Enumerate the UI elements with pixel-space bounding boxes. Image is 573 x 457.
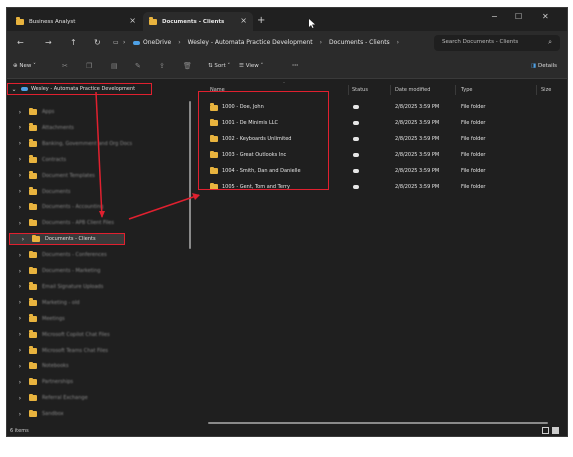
arrowhead-icon <box>99 211 105 218</box>
annotation-arrows <box>95 91 200 220</box>
annotation-arrow-right <box>128 194 200 220</box>
annotation-arrow-down <box>95 91 103 218</box>
